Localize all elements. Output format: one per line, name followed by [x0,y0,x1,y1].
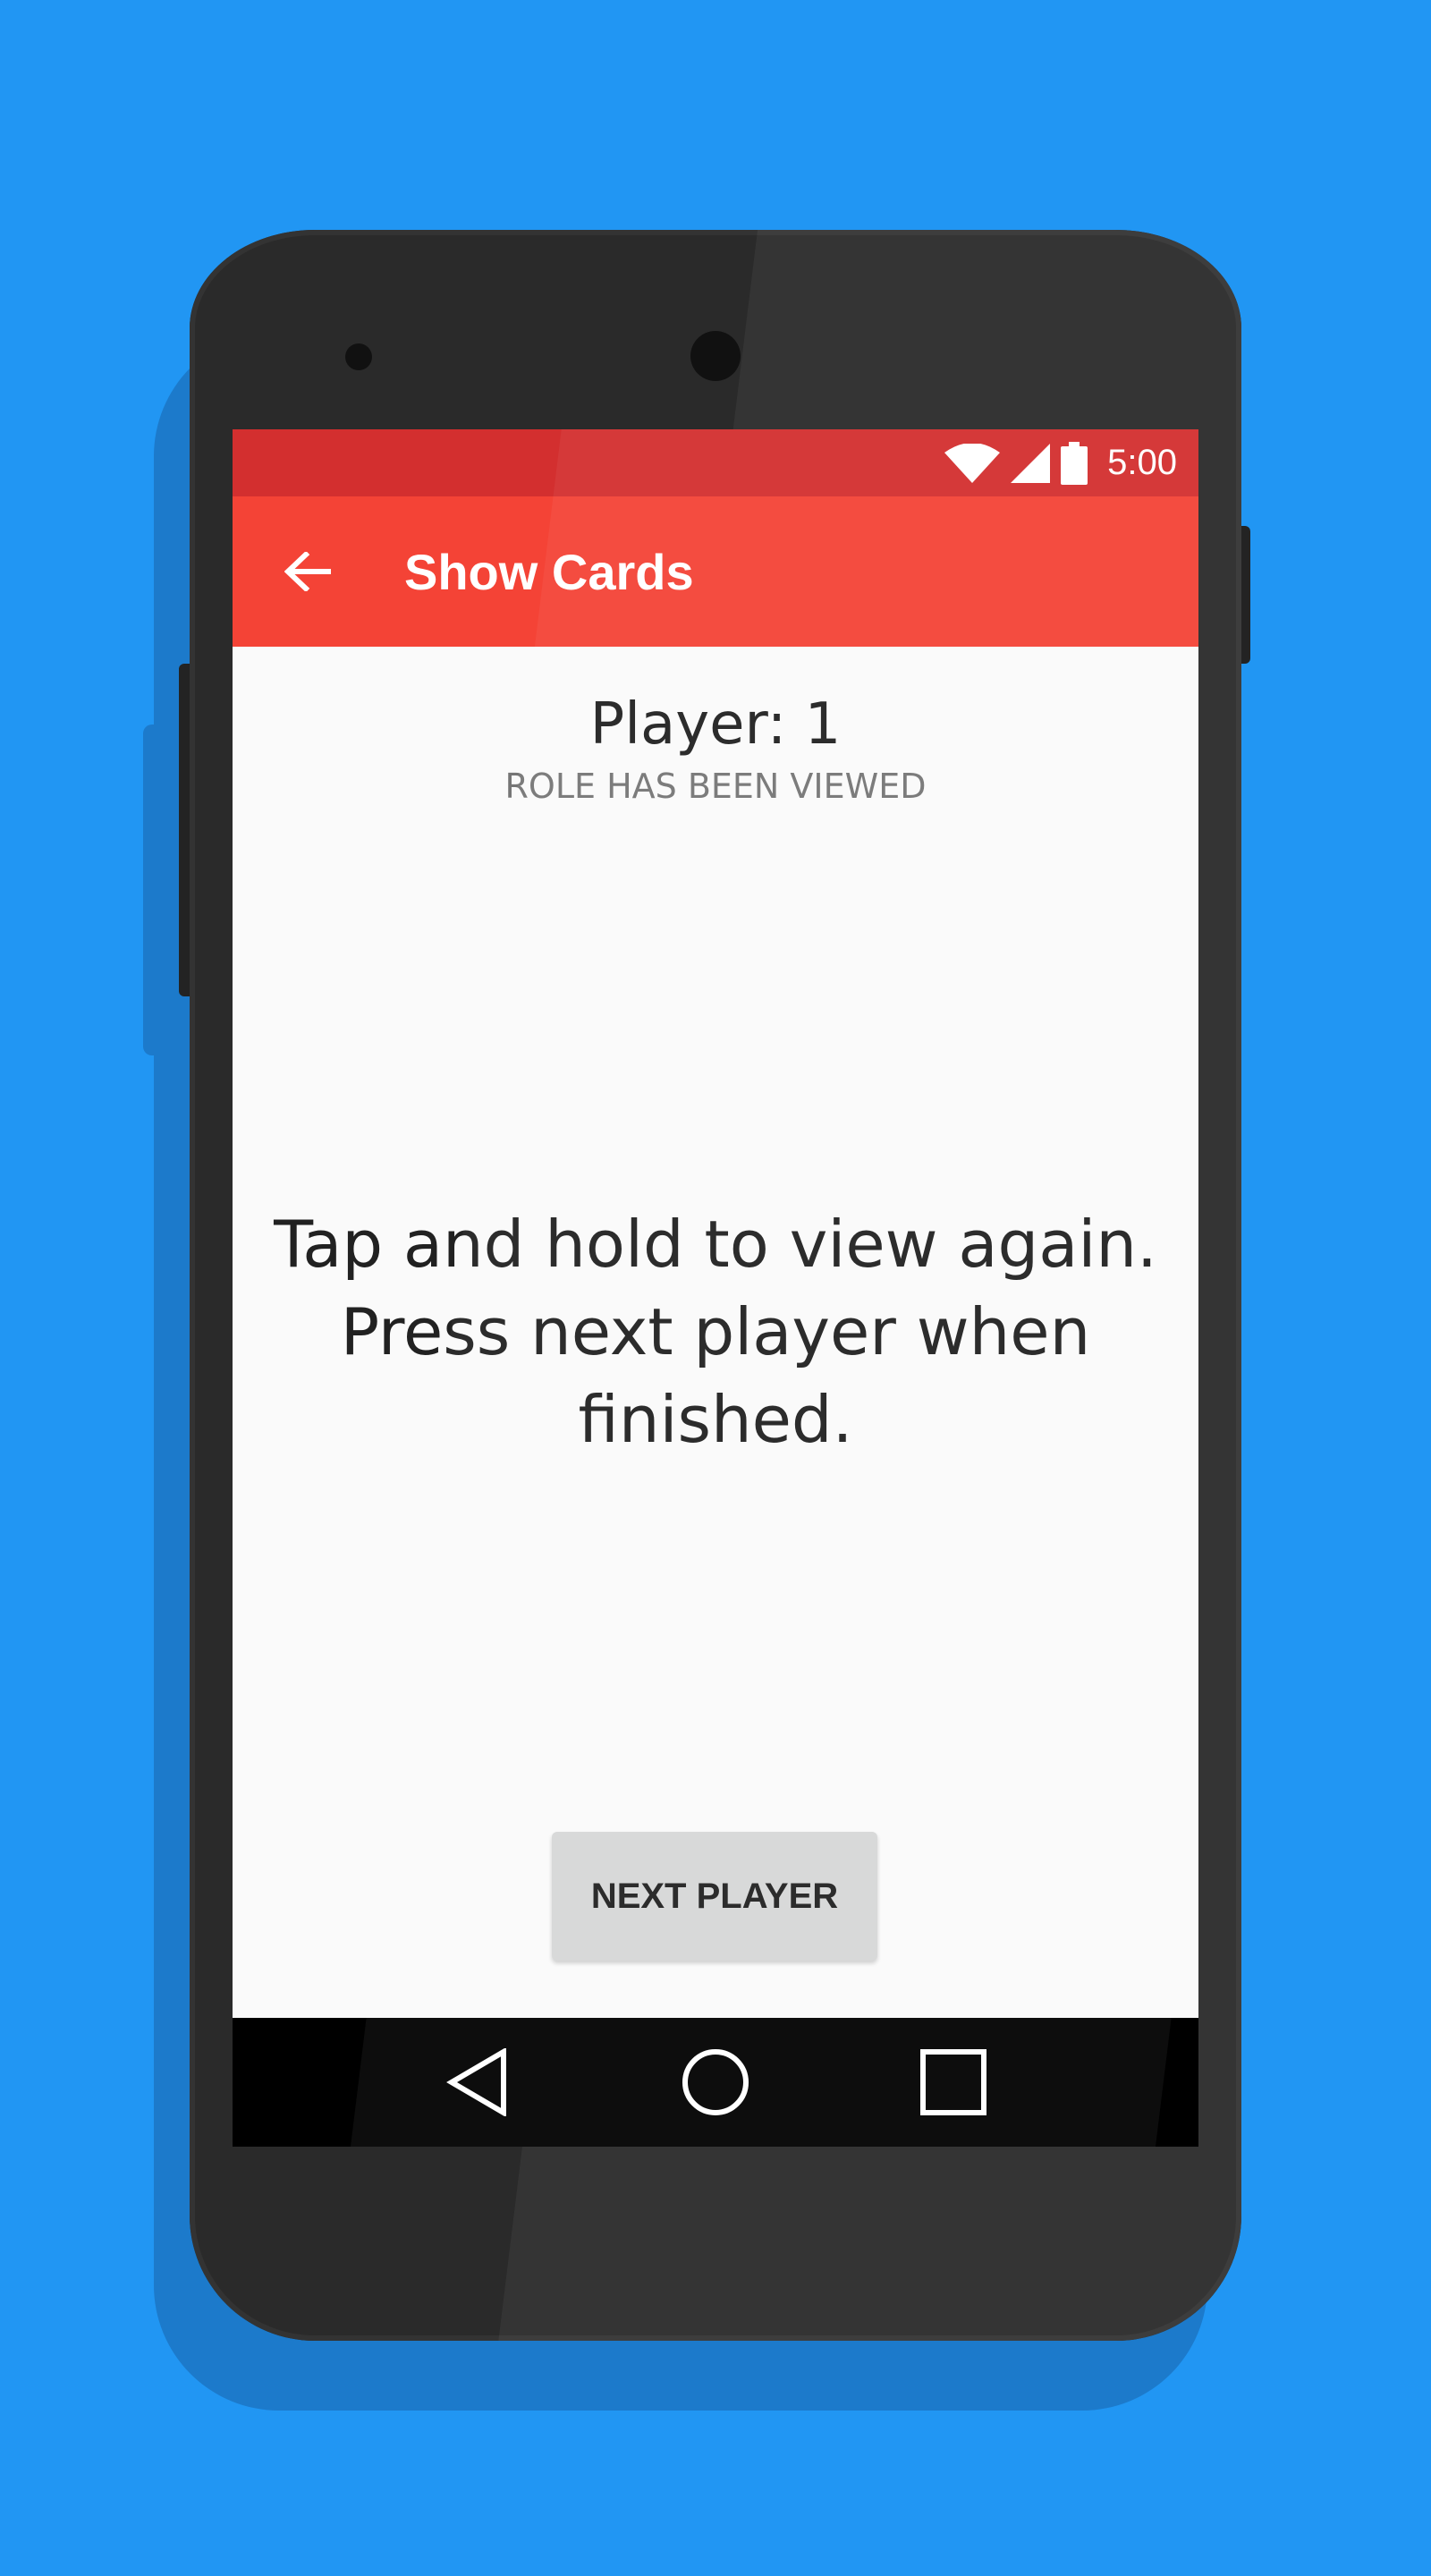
back-button[interactable] [263,527,352,616]
nav-home-button[interactable] [651,2018,780,2147]
phone-shadow-side [143,724,163,1055]
nav-back-button[interactable] [413,2018,542,2147]
wifi-icon [944,443,1001,483]
signal-icon [1011,443,1051,483]
back-triangle-icon [446,2048,506,2116]
status-icons: 5:00 [944,429,1177,496]
nav-recents-button[interactable] [889,2018,1018,2147]
promo-background: 5:00 Show Cards Player: 1 ROLE HAS BEEN … [0,0,1431,2576]
front-camera [690,331,741,381]
app-toolbar: Show Cards [233,496,1198,647]
home-circle-icon [682,2049,749,2115]
recents-square-icon [920,2049,986,2115]
toolbar-title: Show Cards [404,543,694,600]
status-bar: 5:00 [233,429,1198,496]
arrow-left-icon [284,552,331,591]
role-status: ROLE HAS BEEN VIEWED [504,767,927,806]
navigation-bar [233,2018,1198,2147]
status-time: 5:00 [1107,443,1177,482]
app-screen: 5:00 Show Cards Player: 1 ROLE HAS BEEN … [233,429,1198,2147]
battery-icon [1061,441,1088,485]
player-header: Player: 1 ROLE HAS BEEN VIEWED [233,689,1198,810]
earpiece [345,343,372,370]
player-label: Player: 1 [589,691,842,758]
next-player-button[interactable]: NEXT PLAYER [552,1832,877,1961]
instruction-text[interactable]: Tap and hold to view again. Press next p… [268,1200,1163,1463]
